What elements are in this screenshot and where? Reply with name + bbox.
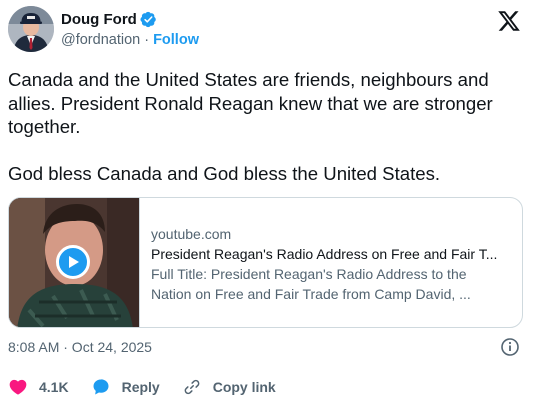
reply-button[interactable]: Reply	[91, 377, 160, 397]
verified-badge-icon	[140, 11, 156, 27]
info-icon[interactable]	[500, 337, 520, 357]
tweet-text: Canada and the United States are friends…	[8, 69, 493, 185]
link-icon	[184, 379, 200, 395]
author-handle[interactable]: @fordnation	[61, 32, 140, 48]
copy-link-button[interactable]: Copy link	[182, 377, 276, 397]
handle-separator: ·	[144, 32, 150, 48]
tweet-header: Doug Ford @fordnation · Follow	[8, 6, 525, 56]
avatar[interactable]	[8, 6, 54, 52]
action-bar: 4.1K Reply Copy link	[8, 376, 298, 398]
play-icon	[69, 256, 79, 268]
card-domain: youtube.com	[151, 226, 232, 242]
reply-label: Reply	[121, 379, 160, 395]
author-info: Doug Ford @fordnation · Follow	[61, 9, 199, 50]
x-logo-icon[interactable]	[497, 9, 521, 33]
play-button[interactable]	[56, 245, 90, 279]
follow-button[interactable]: Follow	[153, 32, 199, 48]
tweet-timestamp[interactable]: 8:08 AM · Oct 24, 2025	[8, 339, 152, 355]
card-info: youtube.com President Reagan's Radio Add…	[151, 224, 513, 304]
heart-icon	[9, 379, 27, 395]
video-thumbnail[interactable]	[9, 198, 140, 327]
card-description-line-1: Full Title: President Reagan's Radio Add…	[151, 266, 467, 282]
copy-link-label: Copy link	[212, 379, 276, 395]
like-count: 4.1K	[39, 379, 69, 395]
display-name[interactable]: Doug Ford	[61, 11, 137, 28]
like-button[interactable]: 4.1K	[8, 377, 69, 397]
card-description-line-2: Nation on Free and Fair Trade from Camp …	[151, 286, 471, 302]
speech-bubble-icon	[93, 379, 109, 395]
card-title: President Reagan's Radio Address on Free…	[151, 246, 498, 262]
link-card[interactable]: youtube.com President Reagan's Radio Add…	[8, 197, 523, 328]
